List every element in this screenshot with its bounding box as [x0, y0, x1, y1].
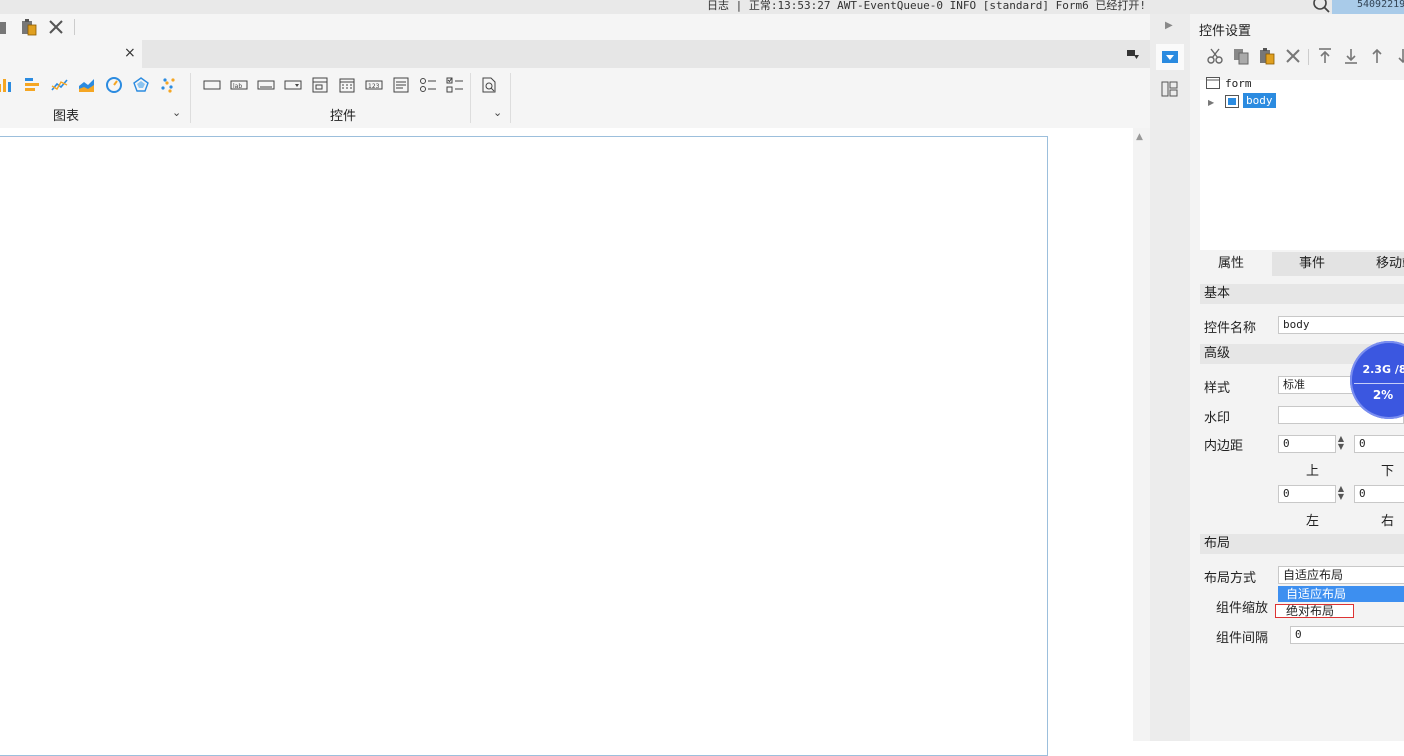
design-canvas[interactable]: ▲	[0, 128, 1150, 756]
label-control-icon[interactable]	[203, 76, 221, 94]
scroll-up-icon[interactable]: ▲	[1136, 132, 1143, 142]
form-page[interactable]	[0, 136, 1048, 756]
date-control-icon[interactable]	[338, 76, 356, 94]
edit-toolbar	[0, 14, 1150, 40]
delete-icon[interactable]	[1284, 47, 1302, 65]
preview-control-icon[interactable]	[480, 76, 498, 94]
ribbon-divider	[470, 73, 471, 123]
padding-left-caption: 左	[1306, 514, 1320, 529]
component-ribbon: 图表 ⌄ lab 123 控件 ⌄	[0, 68, 1150, 128]
number-control-icon[interactable]: 123	[365, 76, 383, 94]
padding-bottom-input[interactable]: 0	[1354, 435, 1404, 453]
vertical-scrollbar[interactable]: ▲	[1133, 128, 1150, 741]
pin-panel-icon[interactable]	[1125, 46, 1141, 65]
control-name-label: 控件名称	[1204, 321, 1257, 336]
id-counter: 540922197	[1332, 0, 1404, 14]
list-control-icon[interactable]	[311, 76, 329, 94]
radar-chart-icon[interactable]	[132, 76, 150, 94]
property-tabs: 属性 事件 移动端	[1190, 252, 1404, 276]
textarea-control-icon[interactable]	[392, 76, 410, 94]
move-up-icon[interactable]	[1368, 47, 1386, 65]
section-basic: 基本	[1200, 284, 1404, 304]
layout-mode-label: 布局方式	[1204, 571, 1257, 586]
copy-icon[interactable]	[0, 18, 12, 36]
layout-panel-icon[interactable]	[1161, 80, 1179, 101]
tree-node-body[interactable]: body	[1243, 93, 1276, 108]
padding-top-input[interactable]: 0	[1278, 435, 1336, 453]
checkbox-group-control-icon[interactable]	[446, 76, 464, 94]
cut-icon[interactable]	[1206, 47, 1224, 65]
padding-top-stepper[interactable]: ▲ ▼	[1335, 435, 1347, 453]
toolbar-divider	[1308, 49, 1309, 65]
watermark-label: 水印	[1204, 411, 1231, 426]
memory-usage-text: 2.3G /8G	[1362, 363, 1404, 376]
padding-left-input[interactable]: 0	[1278, 485, 1336, 503]
controls-group-label: 控件	[330, 109, 357, 124]
tab-properties[interactable]: 属性	[1190, 252, 1272, 276]
svg-text:123: 123	[368, 83, 380, 90]
control-settings-tab[interactable]	[1156, 44, 1184, 70]
section-layout: 布局	[1200, 534, 1404, 554]
padding-top-caption: 上	[1306, 464, 1320, 479]
copy-icon[interactable]	[1232, 47, 1250, 65]
expand-node-icon[interactable]: ▶	[1208, 98, 1214, 107]
panel-title: 控件设置	[1199, 24, 1252, 39]
tab-mobile[interactable]: 移动端	[1352, 252, 1404, 276]
document-tab-strip: ×	[0, 40, 1150, 68]
memory-divider	[1354, 383, 1404, 384]
log-status-text: 日志 | 正常:13:53:27 AWT-EventQueue-0 INFO […	[707, 0, 1146, 12]
svg-text:lab: lab	[233, 83, 242, 90]
toolbar-divider	[74, 19, 75, 35]
component-gap-label: 组件间隔	[1216, 631, 1269, 646]
memory-percent-text: 2%	[1372, 388, 1394, 402]
chart-group-expand-icon[interactable]: ⌄	[172, 106, 181, 119]
move-to-top-icon[interactable]	[1316, 47, 1334, 65]
padding-bottom-caption: 下	[1381, 464, 1395, 479]
area-chart-icon[interactable]	[78, 76, 96, 94]
document-tab[interactable]: ×	[0, 40, 142, 68]
text-label-control-icon[interactable]: lab	[230, 76, 248, 94]
controls-group-expand-icon[interactable]: ⌄	[493, 106, 502, 119]
collapse-arrow-icon[interactable]: ▶	[1165, 20, 1173, 31]
paste-icon[interactable]	[1258, 47, 1276, 65]
radio-group-control-icon[interactable]	[419, 76, 437, 94]
body-node-icon	[1225, 95, 1239, 111]
dropdown-option-adaptive[interactable]: 自适应布局	[1278, 586, 1404, 602]
component-tree: form ▶ body	[1200, 77, 1404, 250]
padding-left-stepper[interactable]: ▲ ▼	[1335, 485, 1347, 503]
paste-icon[interactable]	[20, 18, 38, 36]
close-tab-icon[interactable]: ×	[124, 45, 136, 61]
gauge-chart-icon[interactable]	[105, 76, 123, 94]
delete-icon[interactable]	[48, 18, 66, 36]
move-to-bottom-icon[interactable]	[1342, 47, 1360, 65]
ribbon-divider	[190, 73, 191, 123]
scatter-chart-icon[interactable]	[159, 76, 177, 94]
dropdown-control-icon[interactable]	[284, 76, 302, 94]
form-node-icon	[1206, 77, 1220, 92]
tree-node-form[interactable]: form	[1225, 77, 1252, 90]
padding-right-input[interactable]: 0	[1354, 485, 1404, 503]
style-label: 样式	[1204, 381, 1231, 396]
tab-events[interactable]: 事件	[1272, 252, 1352, 276]
dropdown-option-absolute[interactable]: 绝对布局	[1275, 604, 1354, 618]
move-down-icon[interactable]	[1394, 47, 1404, 65]
top-status-strip: 日志 | 正常:13:53:27 AWT-EventQueue-0 INFO […	[0, 0, 1404, 14]
side-tool-strip: ▶	[1150, 14, 1190, 741]
padding-right-caption: 右	[1381, 514, 1395, 529]
horizontal-bar-chart-icon[interactable]	[24, 76, 42, 94]
text-input-control-icon[interactable]	[257, 76, 275, 94]
padding-label: 内边距	[1204, 439, 1244, 454]
component-scale-label: 组件缩放	[1216, 601, 1269, 616]
control-name-input[interactable]: body	[1278, 316, 1404, 334]
ribbon-divider	[510, 73, 511, 123]
chart-group-label: 图表	[53, 109, 80, 124]
bar-chart-icon[interactable]	[0, 76, 14, 94]
layout-mode-select[interactable]: 自适应布局	[1278, 566, 1404, 584]
component-gap-input[interactable]: 0	[1290, 626, 1404, 644]
line-chart-icon[interactable]	[51, 76, 69, 94]
